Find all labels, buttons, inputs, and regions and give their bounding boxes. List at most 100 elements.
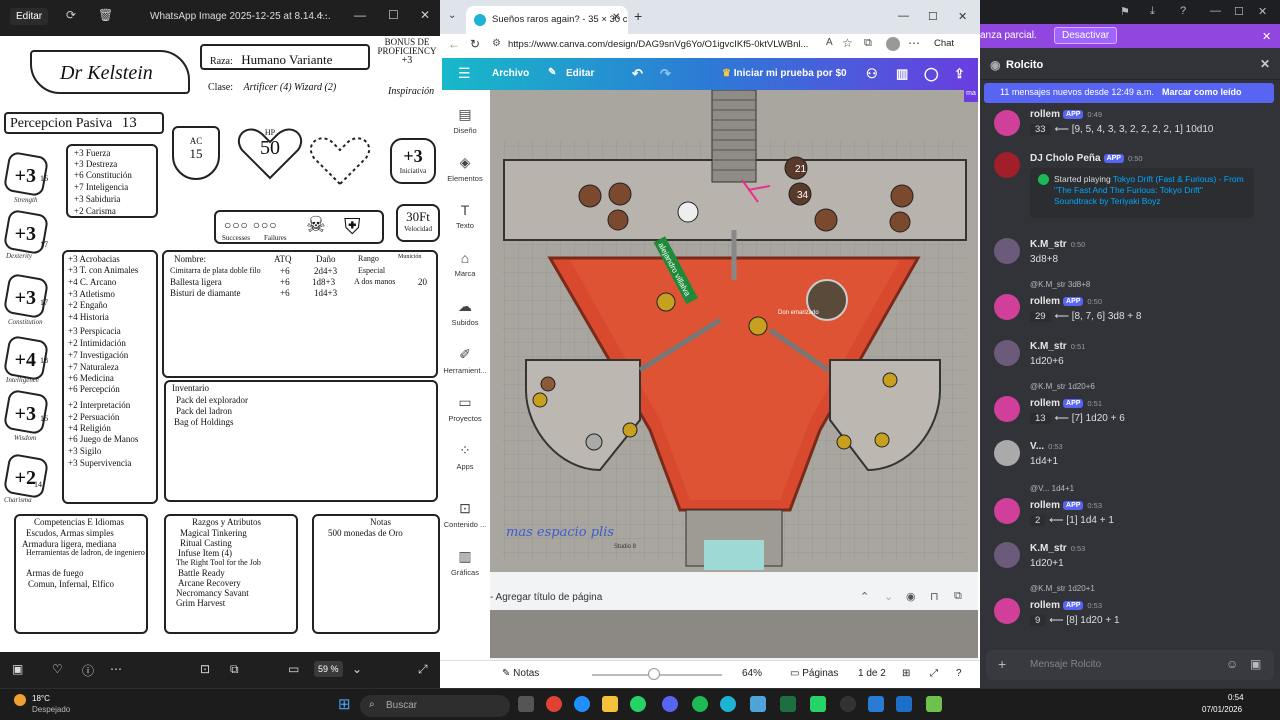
gallery-icon[interactable]: ▣: [12, 662, 23, 676]
sidebar-item-elementos[interactable]: ◈ Elementos: [440, 154, 490, 183]
new-messages-bar[interactable]: 11 mensajes nuevos desde 12:49 a.m. Marc…: [984, 83, 1274, 103]
help-icon[interactable]: ?: [1180, 5, 1186, 17]
chevron-up-icon[interactable]: ⌃: [860, 590, 869, 603]
avatar[interactable]: [994, 340, 1020, 366]
message-composer[interactable]: + Mensaje Rolcito ☺ ▣: [986, 650, 1274, 680]
design-canvas[interactable]: 21 34 Don emarizado alejandro villalva m…: [490, 90, 978, 572]
duplicate-icon[interactable]: ⧉: [954, 590, 962, 603]
whatsapp-icon[interactable]: [630, 696, 646, 712]
site-info-icon[interactable]: ⚙: [492, 38, 501, 49]
inbox-icon[interactable]: ⚑: [1120, 5, 1130, 18]
add-attachment-icon[interactable]: +: [998, 656, 1006, 672]
info-icon[interactable]: ⓘ: [82, 662, 94, 679]
sidebar-item-graficas[interactable]: ▥ Gráficas: [440, 548, 490, 577]
maximize-icon[interactable]: ☐: [928, 10, 938, 23]
activity-card[interactable]: Started playing Tokyo Drift (Fast & Furi…: [1030, 168, 1254, 218]
next-page-preview[interactable]: [490, 610, 978, 658]
avatar[interactable]: [994, 498, 1020, 524]
sidebar-item-herramientas[interactable]: ✐ Herramient...: [440, 346, 490, 375]
spotify-icon[interactable]: [692, 696, 708, 712]
weather-temp[interactable]: 18°C: [32, 694, 50, 703]
message-author[interactable]: K.M_str 0:53: [1030, 543, 1085, 554]
message-author[interactable]: K.M_str 0:51: [1030, 341, 1085, 352]
rotate-icon[interactable]: ⟳: [66, 8, 76, 22]
trial-button[interactable]: ♛ Iniciar mi prueba por $0: [722, 68, 847, 79]
notes-button[interactable]: ✎ Notas: [502, 668, 539, 679]
redo-icon[interactable]: ↷: [660, 66, 671, 82]
zoom-slider-handle[interactable]: [648, 668, 660, 680]
avatar[interactable]: [994, 396, 1020, 422]
close-banner-icon[interactable]: ✕: [1262, 30, 1271, 43]
minimize-icon[interactable]: —: [898, 10, 909, 22]
pages-button[interactable]: ▭ Páginas: [790, 668, 838, 679]
close-icon[interactable]: ✕: [1260, 57, 1270, 71]
favorite-star-icon[interactable]: ☆: [842, 36, 853, 50]
avatar[interactable]: [994, 152, 1020, 178]
menu-editar[interactable]: Editar: [566, 68, 594, 79]
clock-time[interactable]: 0:54: [1228, 693, 1244, 702]
avatar[interactable]: [994, 598, 1020, 624]
comment-icon[interactable]: ◯: [924, 66, 939, 82]
emoji-icon[interactable]: ☺: [1226, 657, 1238, 671]
message-author[interactable]: DJ Cholo Peña APP 0:50: [1030, 153, 1143, 164]
sidebar-item-marca[interactable]: ⌂ Marca: [440, 250, 490, 278]
obs-icon[interactable]: [840, 696, 856, 712]
side-tab[interactable]: ma: [964, 90, 978, 102]
hamburger-icon[interactable]: ☰: [458, 65, 471, 82]
favorite-icon[interactable]: ♡: [52, 662, 63, 676]
back-icon[interactable]: ←: [448, 37, 460, 51]
task-view-icon[interactable]: [518, 696, 534, 712]
extensions-icon[interactable]: ⧉: [864, 37, 872, 50]
sidebar-item-diseno[interactable]: ▤ Diseño: [440, 106, 490, 135]
share-icon[interactable]: ⇪: [954, 66, 965, 82]
more-icon[interactable]: ⋯: [110, 662, 122, 676]
hide-icon[interactable]: ◉: [906, 590, 916, 603]
help-icon[interactable]: ?: [956, 668, 962, 679]
copilot-chat-button[interactable]: Chat: [934, 38, 954, 49]
file-explorer-icon[interactable]: [602, 696, 618, 712]
chevron-down-icon[interactable]: ⌄: [352, 662, 362, 676]
share-people-icon[interactable]: ⚇: [866, 66, 878, 82]
canva-icon[interactable]: [720, 696, 736, 712]
avatar[interactable]: [994, 238, 1020, 264]
app-icon[interactable]: [926, 696, 942, 712]
message-author[interactable]: rollem APP 0:51: [1030, 398, 1102, 409]
edit-app-button[interactable]: Editar: [10, 8, 49, 25]
page-title-input[interactable]: - Agregar título de página: [490, 592, 602, 603]
photos-icon[interactable]: [868, 696, 884, 712]
menu-archivo[interactable]: Archivo: [492, 68, 529, 79]
sidebar-item-texto[interactable]: T Texto: [440, 202, 490, 230]
sidebar-item-contenido[interactable]: ⊡ Contenido ...: [440, 500, 490, 529]
zoom-level[interactable]: 59 %: [314, 661, 343, 677]
crop-icon[interactable]: ⊡: [200, 662, 210, 676]
excel-icon[interactable]: [780, 696, 796, 712]
copy-icon[interactable]: ⧉: [230, 662, 239, 677]
minimize-icon[interactable]: —: [354, 8, 366, 22]
whatsapp-business-icon[interactable]: [810, 696, 826, 712]
message-author[interactable]: rollem APP 0:49: [1030, 109, 1102, 120]
discord-icon[interactable]: [662, 696, 678, 712]
avatar[interactable]: [994, 294, 1020, 320]
grid-view-icon[interactable]: ⊞: [902, 668, 910, 679]
app-icon[interactable]: [896, 696, 912, 712]
calculator-icon[interactable]: [750, 696, 766, 712]
message-author[interactable]: rollem APP 0:50: [1030, 296, 1102, 307]
message-author[interactable]: K.M_str 0:50: [1030, 239, 1085, 250]
fullscreen-icon[interactable]: ⤢: [418, 662, 428, 677]
zoom-percent[interactable]: 64%: [742, 668, 762, 679]
avatar[interactable]: [994, 542, 1020, 568]
close-icon[interactable]: ✕: [958, 10, 967, 23]
reply-reference[interactable]: @K.M_str 1d20+6: [1030, 382, 1095, 391]
tab-list-icon[interactable]: ⌄: [448, 10, 456, 21]
message-author[interactable]: V... 0:53: [1030, 441, 1063, 452]
chart-icon[interactable]: ▥: [896, 66, 908, 82]
deactivate-button[interactable]: Desactivar: [1054, 27, 1118, 44]
fullscreen-icon[interactable]: ⤢: [930, 668, 938, 679]
reload-icon[interactable]: ↻: [470, 37, 480, 51]
close-icon[interactable]: ✕: [420, 8, 430, 22]
more-icon[interactable]: ⋯: [908, 36, 920, 50]
reply-reference[interactable]: @K.M_str 1d20+1: [1030, 584, 1095, 593]
lock-icon[interactable]: ⊓: [930, 590, 939, 603]
close-icon[interactable]: ✕: [1258, 5, 1267, 18]
read-aloud-icon[interactable]: A: [826, 37, 833, 48]
